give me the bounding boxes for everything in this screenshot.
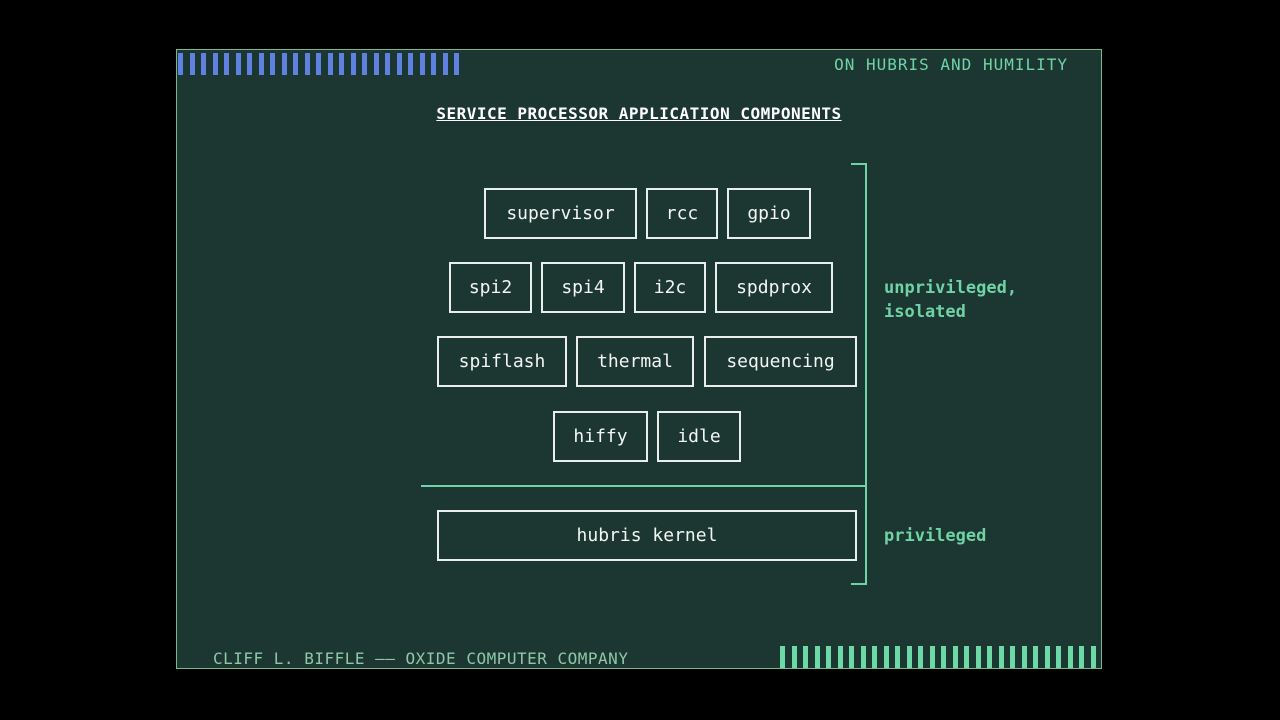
component-box: supervisor [484, 188, 637, 239]
bar [178, 53, 183, 75]
bar [385, 53, 390, 75]
bar [293, 53, 298, 75]
bar [396, 53, 402, 75]
bar [1010, 646, 1015, 668]
bar [408, 53, 413, 75]
bar [1067, 646, 1073, 668]
component-box: spi2 [449, 262, 532, 313]
bar [1021, 646, 1027, 668]
bar [998, 646, 1004, 668]
bar [849, 646, 854, 668]
bar [837, 646, 843, 668]
bar [327, 53, 333, 75]
bar [258, 53, 264, 75]
bar [350, 53, 356, 75]
bar [791, 646, 797, 668]
bar [189, 53, 195, 75]
bar [235, 53, 241, 75]
bar [281, 53, 287, 75]
decorative-bars-top [178, 53, 466, 75]
bar [212, 53, 218, 75]
component-box: i2c [634, 262, 706, 313]
bar [929, 646, 935, 668]
talk-title: ON HUBRIS AND HUMILITY [834, 55, 1068, 74]
bar [803, 646, 808, 668]
bar [339, 53, 344, 75]
bar [814, 646, 820, 668]
privilege-divider [421, 485, 867, 487]
component-box: sequencing [704, 336, 857, 387]
bar [362, 53, 367, 75]
component-box: hiffy [553, 411, 648, 462]
bar [826, 646, 831, 668]
bar [431, 53, 436, 75]
bar [373, 53, 379, 75]
bar [952, 646, 958, 668]
component-box: thermal [576, 336, 694, 387]
bar [975, 646, 981, 668]
component-box: idle [657, 411, 741, 462]
bar [918, 646, 923, 668]
bar [906, 646, 912, 668]
bracket [851, 163, 867, 585]
bar [201, 53, 206, 75]
kernel-box: hubris kernel [437, 510, 857, 561]
bar [1056, 646, 1061, 668]
bar [270, 53, 275, 75]
component-box: spiflash [437, 336, 567, 387]
bar [1044, 646, 1050, 668]
bar [247, 53, 252, 75]
bar [895, 646, 900, 668]
bar [316, 53, 321, 75]
component-box: gpio [727, 188, 811, 239]
bar [883, 646, 889, 668]
bar [1090, 646, 1096, 668]
bar [419, 53, 425, 75]
bar [964, 646, 969, 668]
bar [780, 646, 785, 668]
footer: CLIFF L. BIFFLE —— OXIDE COMPUTER COMPAN… [213, 649, 629, 668]
bar [442, 53, 448, 75]
slide: ON HUBRIS AND HUMILITY SERVICE PROCESSOR… [176, 49, 1102, 669]
bar [941, 646, 946, 668]
component-box: rcc [646, 188, 718, 239]
bar [1033, 646, 1038, 668]
component-box: spdprox [715, 262, 833, 313]
bar [304, 53, 310, 75]
bar [224, 53, 229, 75]
decorative-bars-bottom [780, 646, 1102, 668]
bar [1079, 646, 1084, 668]
bar [860, 646, 866, 668]
slide-title: SERVICE PROCESSOR APPLICATION COMPONENTS [436, 104, 842, 123]
component-box: spi4 [541, 262, 625, 313]
bar [987, 646, 992, 668]
bar [454, 53, 459, 75]
bar [872, 646, 877, 668]
privileged-label: privileged [884, 526, 987, 546]
unprivileged-label: unprivileged, isolated [884, 278, 1018, 322]
